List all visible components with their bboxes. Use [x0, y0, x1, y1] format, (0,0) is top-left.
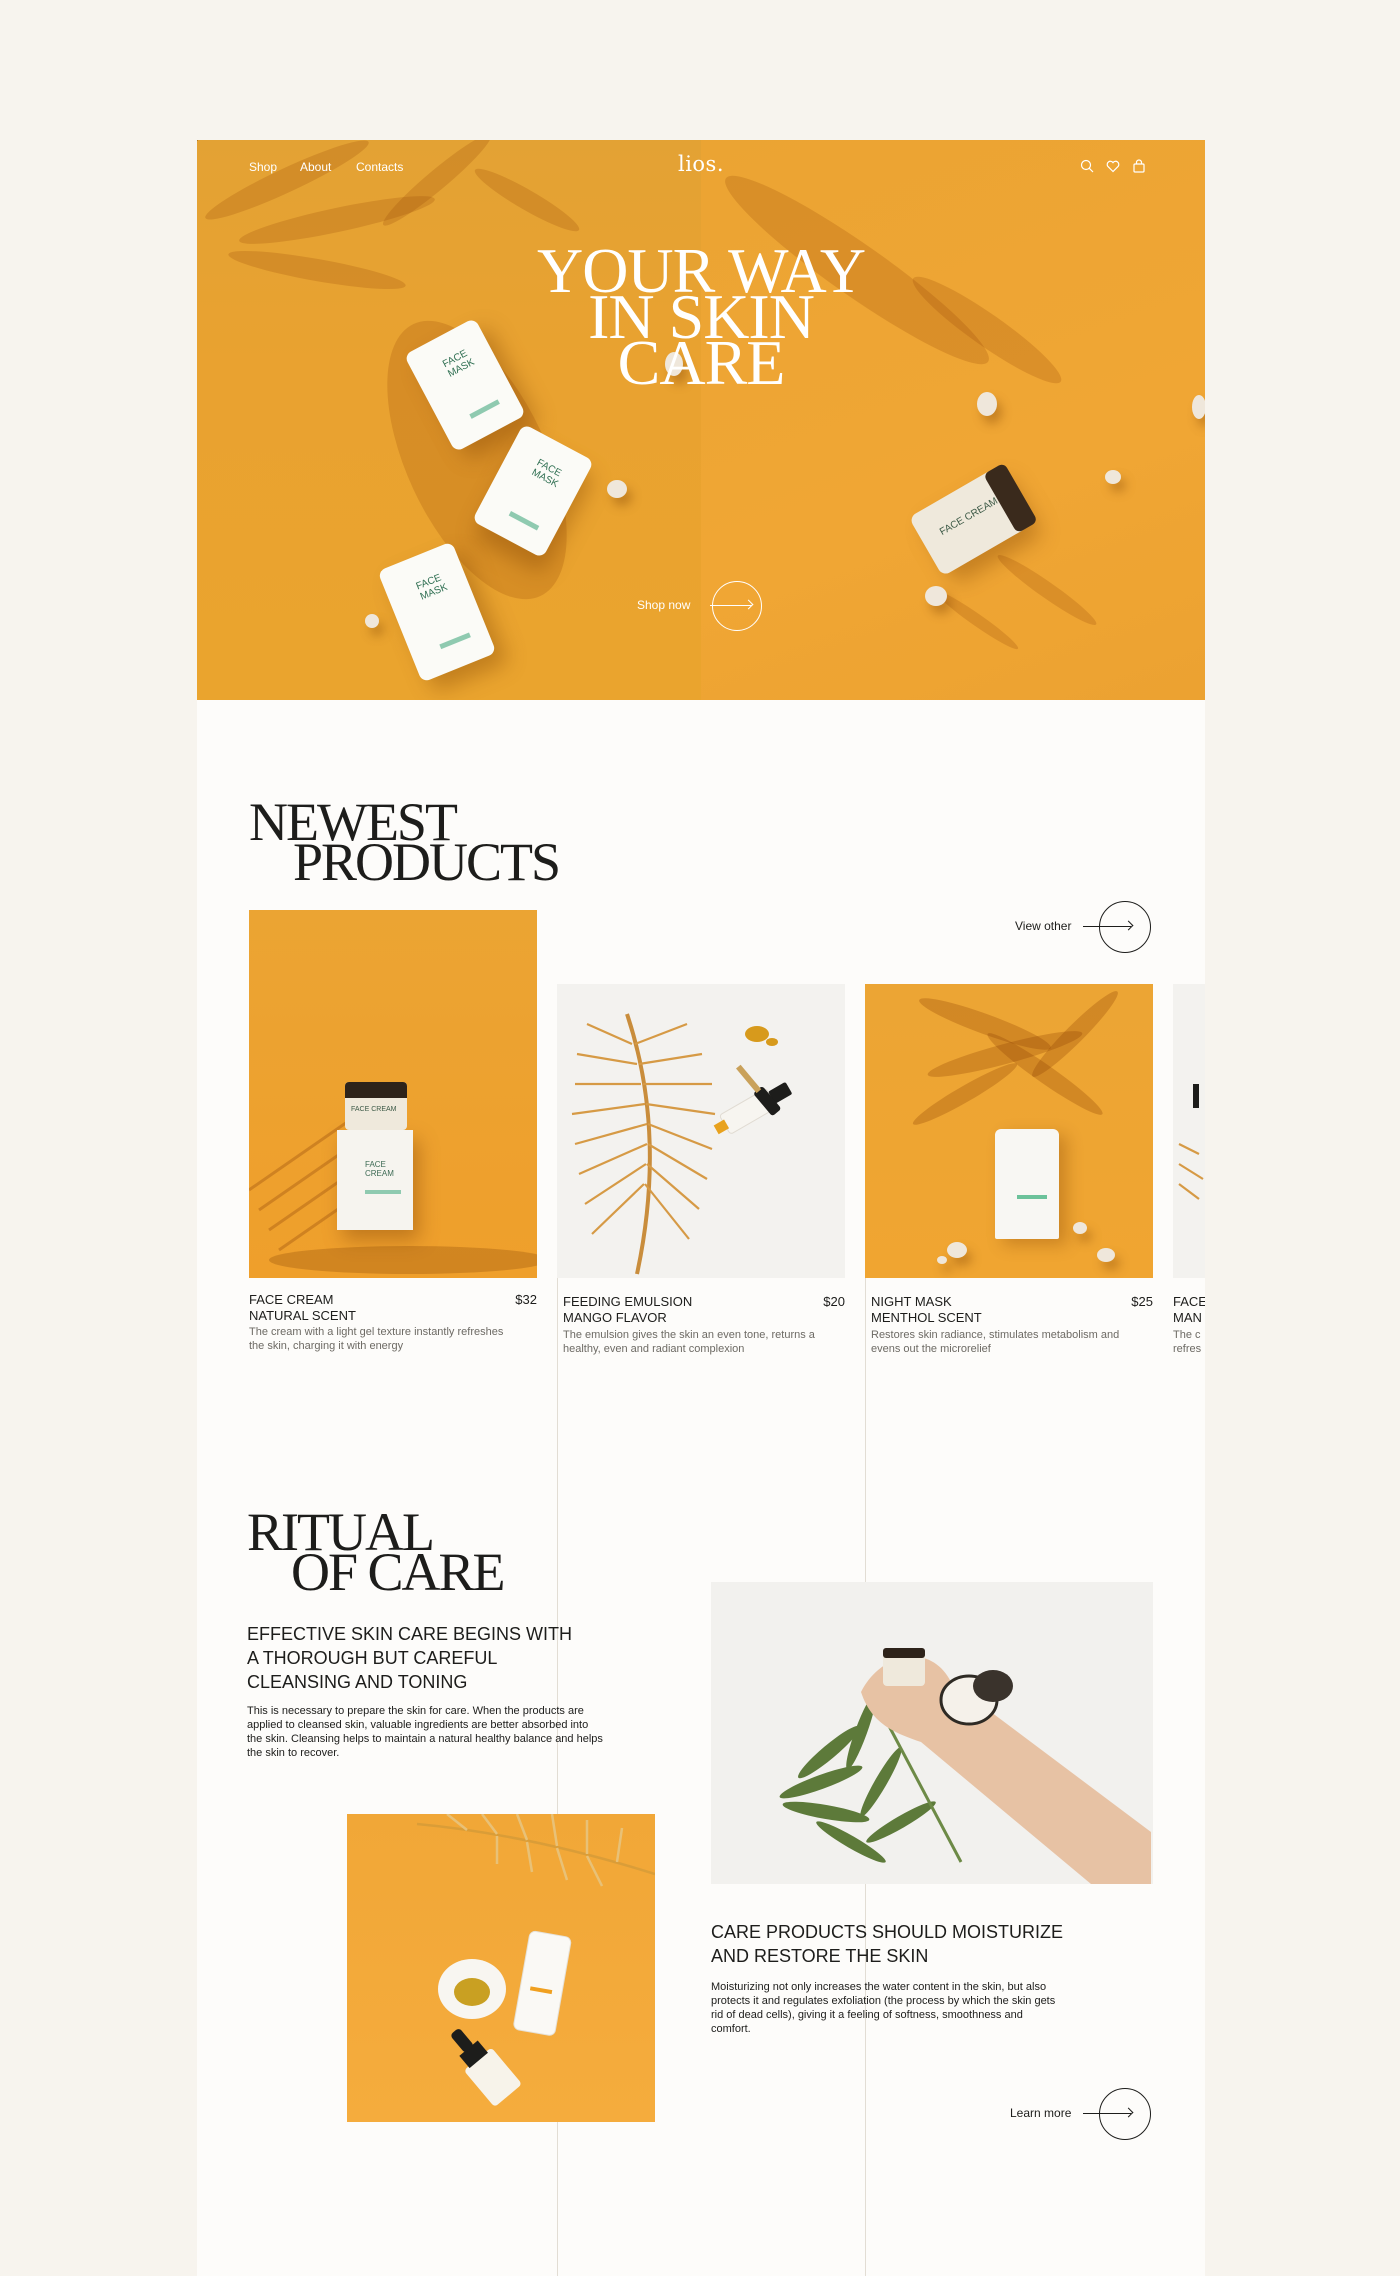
product-name: FACE MAN: [1173, 1294, 1205, 1325]
nav-link-shop[interactable]: Shop: [249, 160, 277, 174]
jar-lid: [345, 1082, 407, 1098]
product-name: FEEDING EMULSION MANGO FLAVOR: [563, 1294, 693, 1325]
nav-link-contacts[interactable]: Contacts: [356, 160, 403, 174]
heart-icon[interactable]: [1105, 158, 1121, 174]
bag-icon[interactable]: [1131, 158, 1147, 174]
pebble: [1105, 470, 1121, 484]
newest-products-title: NEWEST PRODUCTS: [249, 795, 561, 892]
ritual-block1-heading: EFFECTIVE SKIN CARE BEGINS WITH A THOROU…: [247, 1624, 573, 1692]
pebble: [937, 1256, 947, 1264]
pebble: [977, 392, 997, 416]
page-content: FACE MASK FACE MASK FACE MASK FACE CREAM…: [197, 140, 1205, 2276]
ritual-of-care-title: RITUAL OF CARE: [247, 1505, 506, 1599]
face-cream-jar: FACE CREAM: [345, 1082, 407, 1130]
box-label: FACE CREAM: [365, 1160, 394, 1178]
shop-now-label: Shop now: [637, 598, 691, 612]
palm-leaf-illustration: [571, 1013, 792, 1275]
product-description: Restores skin radiance, stimulates metab…: [871, 1329, 1120, 1355]
label-stripe: [469, 399, 501, 419]
product-name: FACE CREAM NATURAL SCENT: [249, 1292, 356, 1323]
label-stripe: [365, 1190, 401, 1194]
product-price: $25: [1131, 1294, 1153, 1309]
hero-title-line: CARE: [617, 327, 786, 398]
search-icon[interactable]: [1079, 158, 1095, 174]
learn-more-link[interactable]: Learn more: [1010, 2088, 1155, 2140]
jar-label: FACE CREAM: [351, 1106, 397, 1113]
product-name: NIGHT MASK MENTHOL SCENT: [871, 1294, 982, 1325]
product-box: FACE CREAM: [337, 1130, 413, 1230]
label-stripe: [1017, 1195, 1047, 1199]
pebble: [365, 614, 379, 628]
ritual-block2-heading: CARE PRODUCTS SHOULD MOISTURIZE AND REST…: [711, 1922, 1064, 1966]
shop-now-circle: [712, 581, 762, 631]
hero-title: YOUR WAY IN SKIN CARE: [447, 239, 955, 398]
product-photo: FACE CREAM FACE CREAM: [249, 910, 537, 1278]
serum-illustration: [416, 1814, 655, 2106]
hand-with-cream-photo: [711, 1582, 1153, 1884]
shop-now-button[interactable]: Shop now: [637, 581, 777, 631]
night-mask-bottle: [995, 1129, 1059, 1239]
label-stripe: [439, 632, 472, 649]
pebble: [1073, 1222, 1087, 1234]
product-photo: [557, 984, 845, 1278]
palm-leaf-illustration: [1178, 1084, 1204, 1200]
view-other-link[interactable]: View other: [1015, 901, 1155, 953]
learn-more-label: Learn more: [1010, 2106, 1072, 2120]
product-price: $32: [515, 1292, 537, 1307]
hand-palm-illustration: [779, 1648, 1151, 1884]
oil-and-serum-photo: [347, 1814, 655, 2122]
title-line: PRODUCTS: [293, 832, 561, 892]
ritual-block1-text: This is necessary to prepare the skin fo…: [247, 1705, 603, 1759]
brand-logo[interactable]: lios.: [675, 152, 727, 176]
label-stripe: [509, 511, 540, 531]
product-description: The cream with a light gel texture insta…: [249, 1326, 504, 1352]
product-price: $20: [823, 1294, 845, 1309]
product-description: The emulsion gives the skin an even tone…: [563, 1329, 815, 1355]
pebble: [1192, 395, 1205, 419]
ritual-block2-text: Moisturizing not only increases the wate…: [711, 1981, 1056, 2035]
pebble: [1097, 1248, 1115, 1262]
pebble: [925, 586, 947, 606]
view-other-label: View other: [1015, 919, 1072, 933]
hero-banner: FACE MASK FACE MASK FACE MASK FACE CREAM…: [197, 140, 1205, 700]
nav-link-about[interactable]: About: [300, 160, 331, 174]
pebble: [607, 480, 627, 498]
product-description: The c refres: [1173, 1329, 1202, 1355]
product-photo: [865, 984, 1153, 1278]
pebble: [947, 1242, 967, 1258]
product-photo: [1173, 984, 1205, 1278]
